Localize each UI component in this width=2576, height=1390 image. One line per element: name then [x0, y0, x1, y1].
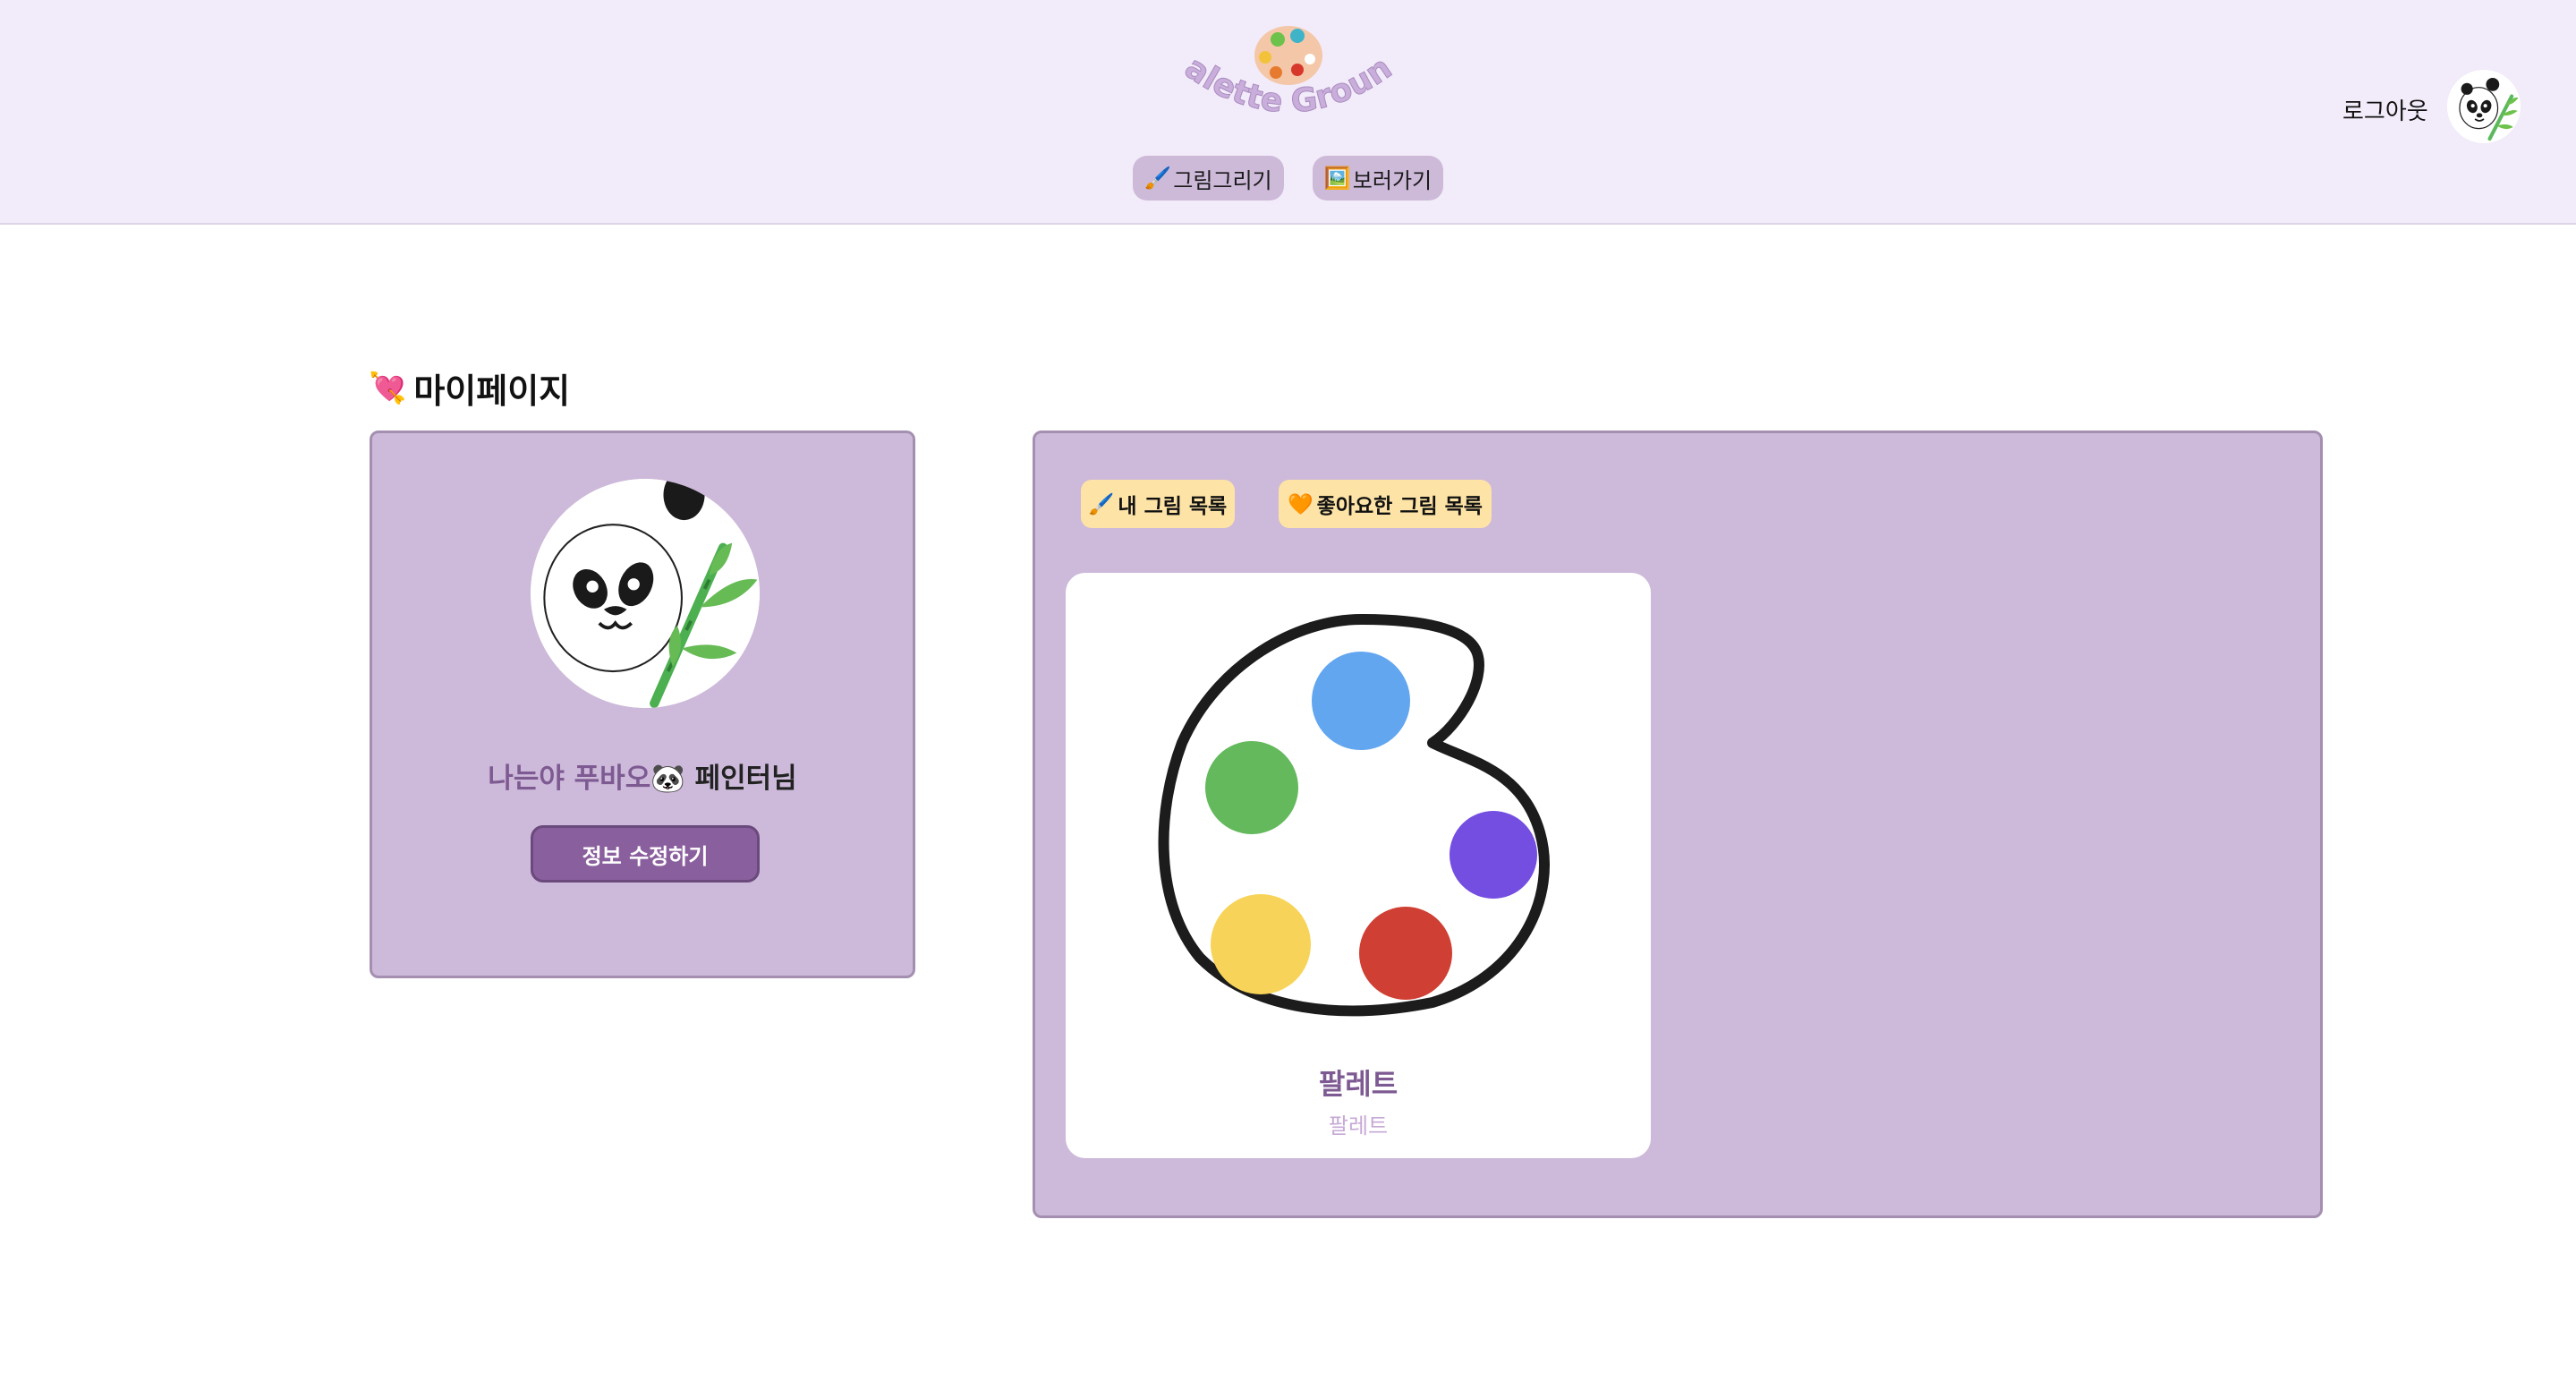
header-avatar[interactable] [2447, 70, 2521, 143]
panda-avatar-icon [2447, 70, 2521, 143]
heart-arrow-icon: 💘 [369, 370, 407, 406]
tab-my-drawings[interactable]: 🖌️ 내 그림 목록 [1081, 480, 1235, 528]
profile-name: 나는야 푸바오🐼 페인터님 [372, 755, 913, 796]
page-title-text: 마이페이지 [413, 371, 571, 411]
panda-avatar-icon [531, 479, 760, 708]
profile-nickname: 나는야 푸바오🐼 [488, 763, 685, 795]
brush-icon: 🖌️ [1088, 492, 1115, 516]
nav-view-label: 보러가기 [1352, 167, 1433, 193]
top-header: Palette Ground 🖌️ 그림그리기 🖼️ 보러가기 로그아웃 [0, 0, 2576, 225]
artwork-subtitle: 팔레트 [1328, 1113, 1389, 1138]
profile-card: 나는야 푸바오🐼 페인터님 정보 수정하기 [370, 431, 915, 978]
orange-heart-icon: 🧡 [1288, 492, 1314, 516]
profile-suffix: 페인터님 [684, 763, 797, 795]
profile-avatar [531, 479, 760, 708]
picture-icon: 🖼️ [1323, 166, 1351, 191]
edit-profile-button[interactable]: 정보 수정하기 [531, 825, 760, 883]
logout-link[interactable]: 로그아웃 [2342, 93, 2428, 126]
nav-draw-button[interactable]: 🖌️ 그림그리기 [1133, 156, 1284, 200]
brush-icon: 🖌️ [1144, 166, 1172, 191]
nav-draw-label: 그림그리기 [1173, 167, 1272, 193]
palette-drawing-image [1158, 614, 1550, 1017]
palette-ground-logo[interactable]: Palette Ground [1163, 18, 1414, 139]
artwork-card[interactable]: 팔레트 팔레트 [1066, 573, 1651, 1158]
nav-view-button[interactable]: 🖼️ 보러가기 [1313, 156, 1443, 200]
page-title: 💘 마이페이지 [369, 363, 570, 413]
tab-liked-drawings-label: 좋아요한 그림 목록 [1316, 495, 1483, 518]
gallery-panel: 🖌️ 내 그림 목록 🧡 좋아요한 그림 목록 팔레트 팔레트 [1033, 431, 2323, 1218]
tab-my-drawings-label: 내 그림 목록 [1118, 495, 1228, 518]
artwork-title: 팔레트 [1318, 1067, 1399, 1101]
tab-liked-drawings[interactable]: 🧡 좋아요한 그림 목록 [1279, 480, 1492, 528]
